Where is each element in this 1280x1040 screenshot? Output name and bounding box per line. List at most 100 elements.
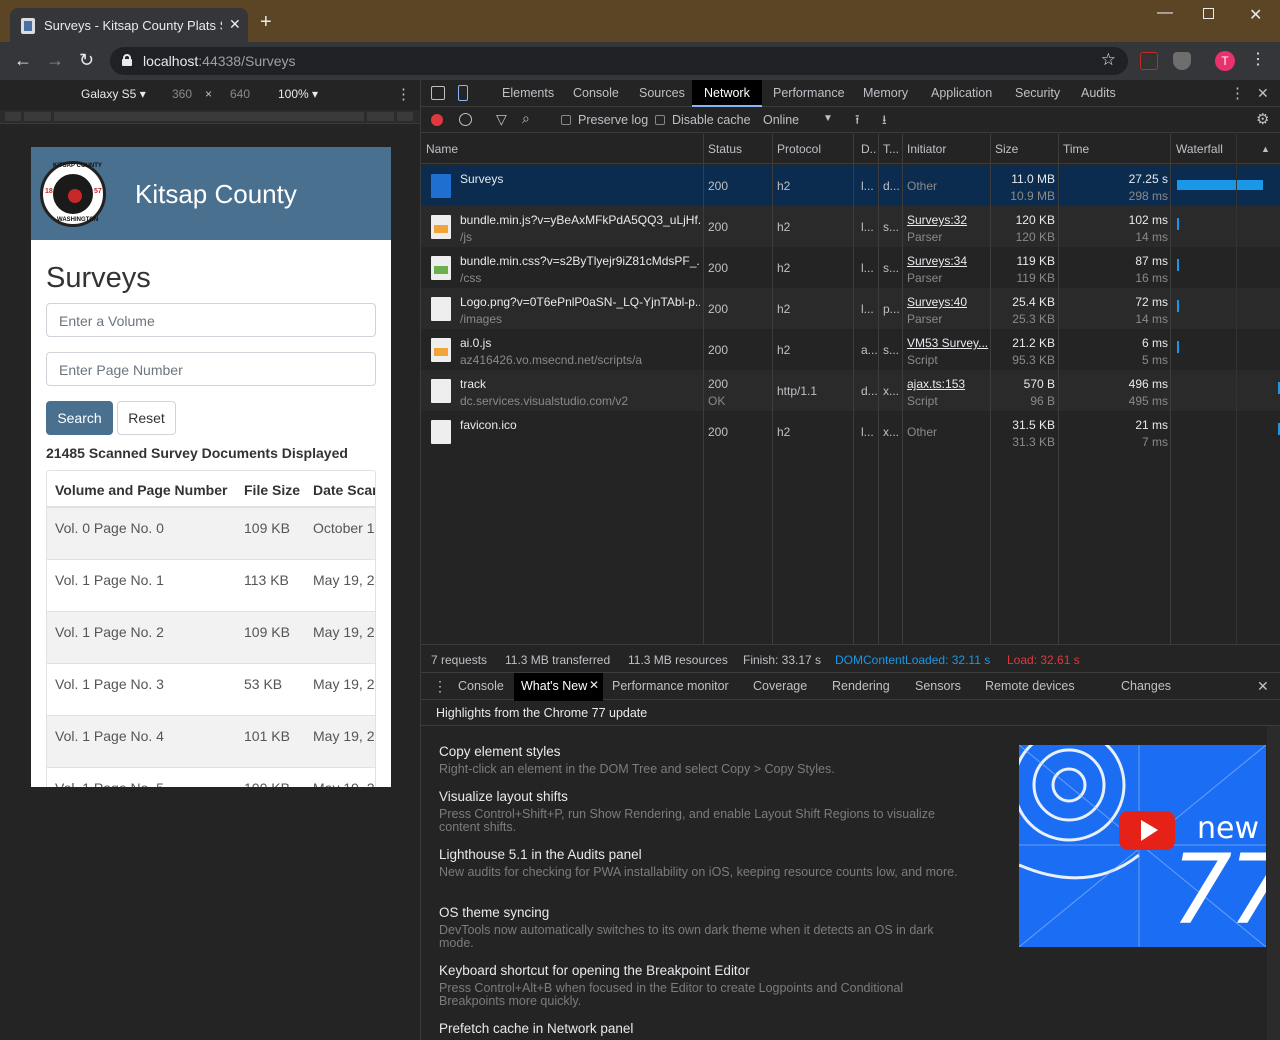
col-file-size[interactable]: File Size — [244, 482, 300, 498]
table-row[interactable]: Vol. 1 Page No. 3 53 KB May 19, 20 — [47, 664, 375, 716]
new-tab-icon[interactable]: + — [260, 12, 272, 32]
drawer-tab-remote-devices[interactable]: Remote devices — [985, 679, 1075, 693]
drawer-tab-performance-monitor[interactable]: Performance monitor — [612, 679, 729, 693]
inspect-element-icon[interactable] — [431, 86, 445, 100]
drawer-tab-what-s-new[interactable]: What's New — [521, 679, 587, 693]
request-initiator[interactable]: VM53 Survey... — [907, 336, 989, 350]
column-header-time[interactable]: Time — [1063, 142, 1089, 156]
reload-icon[interactable]: ↻ — [79, 51, 94, 69]
devtools-menu-icon[interactable]: ⋮ — [1230, 84, 1245, 102]
throttle-chevron-icon[interactable]: ▼ — [823, 113, 833, 124]
column-header-protocol[interactable]: Protocol — [777, 142, 821, 156]
search-button[interactable]: Search — [46, 401, 113, 435]
request-initiator[interactable]: Surveys:32 — [907, 213, 989, 227]
disable-cache-checkbox[interactable] — [655, 115, 665, 125]
request-initiator[interactable]: Surveys:34 — [907, 254, 989, 268]
request-row[interactable]: Logo.png?v=0T6ePnlP0aSN-_LQ-YjnTAbl-p...… — [421, 288, 1280, 329]
tab-elements[interactable]: Elements — [502, 86, 554, 100]
record-icon[interactable] — [431, 114, 443, 126]
preserve-log-checkbox[interactable] — [561, 115, 571, 125]
column-header-t[interactable]: T... — [883, 142, 899, 156]
reset-button[interactable]: Reset — [117, 401, 176, 435]
col-volume-page[interactable]: Volume and Page Number — [55, 482, 227, 498]
col-date-scanned[interactable]: Date Scanned — [313, 482, 375, 498]
zoom-select[interactable]: 100% ▾ — [278, 87, 318, 101]
device-toggle-icon[interactable] — [458, 85, 468, 101]
drawer-tab-coverage[interactable]: Coverage — [753, 679, 807, 693]
back-icon[interactable]: ← — [14, 51, 32, 69]
page-number-input[interactable]: Enter Page Number — [46, 352, 376, 386]
maximize-icon[interactable] — [1203, 8, 1214, 19]
tab-audits[interactable]: Audits — [1081, 86, 1116, 100]
column-header-d[interactable]: D.. — [861, 142, 876, 156]
close-devtools-icon[interactable]: ✕ — [1257, 85, 1269, 102]
close-drawer-icon[interactable]: ✕ — [1257, 678, 1269, 695]
whats-new-scrollbar[interactable] — [1267, 726, 1280, 1040]
table-row[interactable]: Vol. 1 Page No. 1 113 KB May 19, 20 — [47, 560, 375, 612]
device-select[interactable]: Galaxy S5 ▾ — [81, 87, 146, 101]
omnibox[interactable]: localhost:44338/Surveys ☆ — [110, 47, 1128, 75]
search-icon[interactable]: ⌕ — [522, 110, 530, 127]
site-title[interactable]: Kitsap County — [135, 179, 297, 210]
close-tab-icon[interactable]: ✕ — [229, 16, 241, 33]
request-initiator[interactable]: Surveys:40 — [907, 295, 989, 309]
tab-application[interactable]: Application — [931, 86, 992, 100]
request-row[interactable]: ai.0.js az416426.vo.msecnd.net/scripts/a 2… — [421, 329, 1280, 370]
chrome-menu-icon[interactable]: ⋮ — [1250, 51, 1266, 69]
request-row[interactable]: Surveys 200 h2 l... d... Other 11.0 MB 10.9 MB 2… — [421, 165, 1280, 206]
volume-input[interactable]: Enter a Volume — [46, 303, 376, 337]
device-more-icon[interactable]: ⋮ — [396, 85, 411, 103]
tab-sources[interactable]: Sources — [639, 86, 685, 100]
tab-security[interactable]: Security — [1015, 86, 1060, 100]
column-header-name[interactable]: Name — [426, 142, 458, 156]
drawer-tab-changes[interactable]: Changes — [1121, 679, 1171, 693]
drawer-tab-console[interactable]: Console — [458, 679, 504, 693]
feature-item[interactable]: Visualize layout shifts Press Control+Shi… — [439, 789, 959, 834]
tab-console[interactable]: Console — [573, 86, 619, 100]
filter-icon[interactable]: ▽ — [496, 111, 507, 128]
feature-item[interactable]: Prefetch cache in Network panel — [439, 1021, 959, 1036]
ublock-extension-icon[interactable] — [1173, 52, 1191, 70]
width-field[interactable]: 360 — [172, 87, 192, 101]
feature-item[interactable]: OS theme syncing DevTools now automatical… — [439, 905, 959, 950]
drawer-menu-icon[interactable]: ⋮ — [433, 678, 447, 695]
chrome-77-promo-video[interactable]: new 77 — [1019, 745, 1266, 947]
request-row[interactable]: bundle.min.css?v=s2ByTlyejr9iZ81cMdsPF_.… — [421, 247, 1280, 288]
bookmark-star-icon[interactable]: ☆ — [1101, 50, 1116, 70]
request-initiator[interactable]: Other — [907, 179, 989, 193]
column-header-size[interactable]: Size — [995, 142, 1018, 156]
import-har-icon[interactable]: ⭱ — [855, 111, 860, 133]
request-row[interactable]: bundle.min.js?v=yBeAxMFkPdA5QQ3_uLjHf...… — [421, 206, 1280, 247]
request-initiator[interactable]: ajax.ts:153 — [907, 377, 989, 391]
drawer-tab-sensors[interactable]: Sensors — [915, 679, 961, 693]
feature-item[interactable]: Copy element styles Right-click an elemen… — [439, 744, 959, 776]
table-row[interactable]: Vol. 1 Page No. 5 100 KB May 19, 20 — [47, 768, 375, 787]
feature-item[interactable]: Keyboard shortcut for opening the Breakp… — [439, 963, 959, 1008]
pdf-extension-icon[interactable] — [1140, 52, 1158, 70]
browser-tab[interactable]: Surveys - Kitsap County Plats Sea ✕ — [10, 8, 248, 42]
height-field[interactable]: 640 — [230, 87, 250, 101]
request-row[interactable]: track dc.services.visualstudio.com/v2 200 O… — [421, 370, 1280, 411]
column-header-status[interactable]: Status — [708, 142, 742, 156]
sort-ascending-icon[interactable]: ▲ — [1261, 144, 1270, 154]
table-row[interactable]: Vol. 0 Page No. 0 109 KB October 1 — [47, 508, 375, 560]
request-row[interactable]: favicon.ico 200 h2 l... x... Other 31.5 KB 31.3… — [421, 411, 1280, 452]
export-har-icon[interactable]: ⭳ — [882, 111, 887, 133]
tab-memory[interactable]: Memory — [863, 86, 908, 100]
close-window-icon[interactable]: ✕ — [1249, 5, 1262, 25]
feature-item[interactable]: Lighthouse 5.1 in the Audits panel New au… — [439, 847, 959, 879]
column-header-initiator[interactable]: Initiator — [907, 142, 946, 156]
profile-avatar[interactable]: T — [1215, 51, 1235, 71]
column-header-waterfall[interactable]: Waterfall — [1176, 142, 1223, 156]
tab-network[interactable]: Network — [704, 86, 750, 100]
minimize-icon[interactable]: — — [1157, 4, 1173, 22]
drawer-tab-rendering[interactable]: Rendering — [832, 679, 890, 693]
table-row[interactable]: Vol. 1 Page No. 4 101 KB May 19, 20 — [47, 716, 375, 768]
throttling-select[interactable]: Online — [763, 113, 799, 127]
network-settings-gear-icon[interactable]: ⚙ — [1256, 110, 1269, 128]
tab-performance[interactable]: Performance — [773, 86, 845, 100]
close-whats-new-icon[interactable]: ✕ — [589, 678, 599, 692]
request-initiator[interactable]: Other — [907, 425, 989, 439]
clear-icon[interactable] — [459, 113, 472, 126]
forward-icon[interactable]: → — [46, 51, 64, 69]
